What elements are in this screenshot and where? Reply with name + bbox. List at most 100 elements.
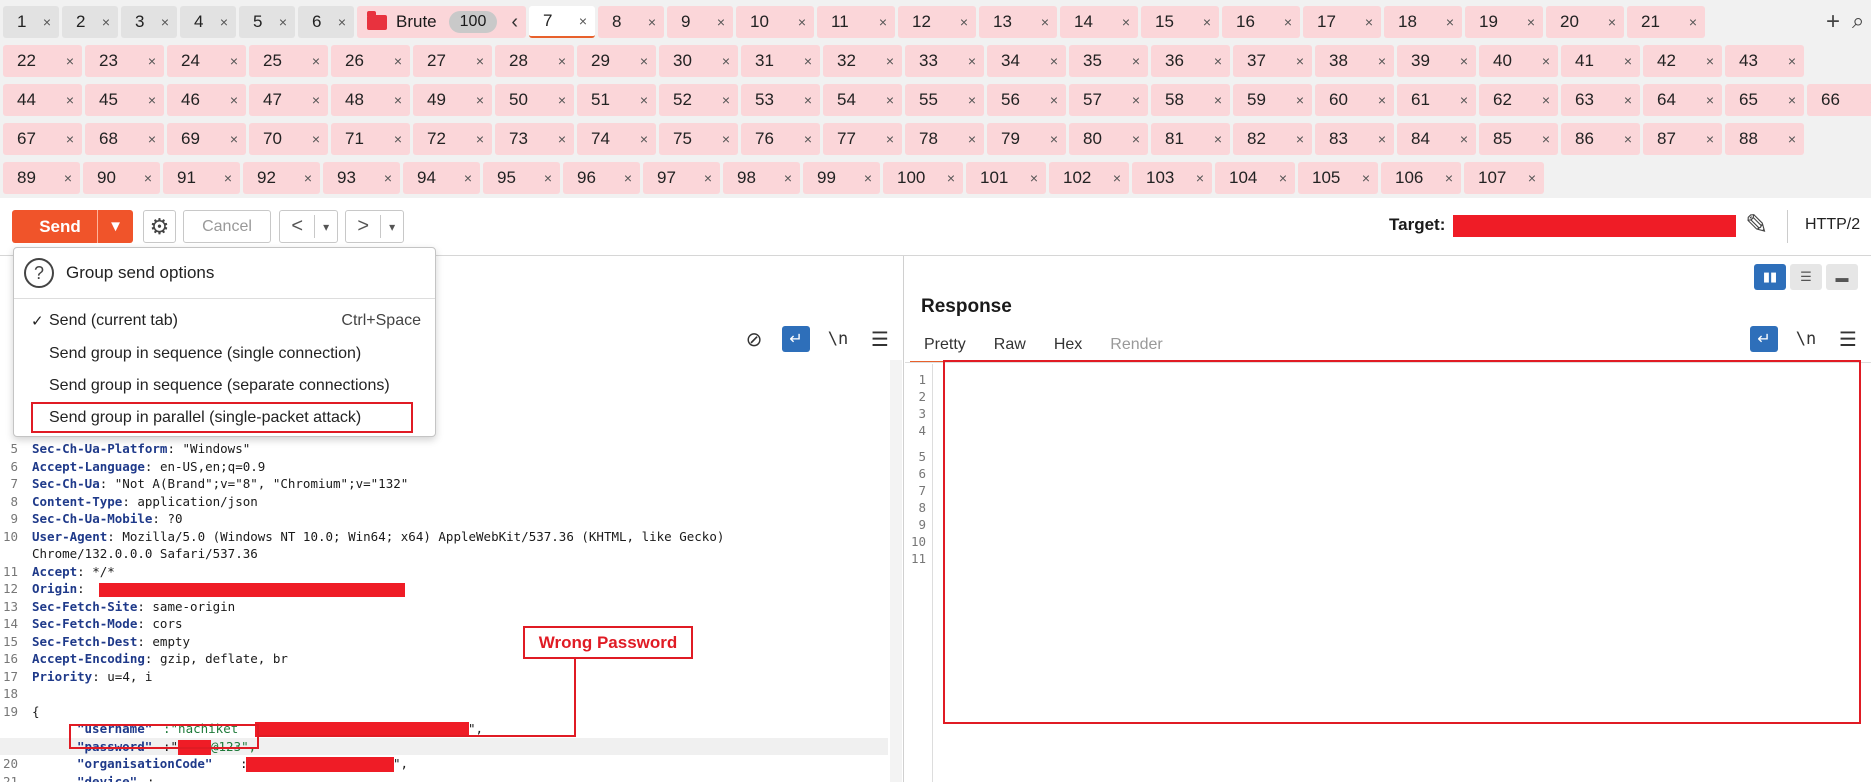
help-icon[interactable]: ? bbox=[24, 258, 54, 288]
close-tab-icon[interactable]: × bbox=[648, 14, 656, 30]
history-back-button[interactable]: < ▾ bbox=[279, 210, 338, 243]
tab-51[interactable]: 51 × bbox=[577, 84, 656, 116]
tab-30[interactable]: 30 × bbox=[659, 45, 738, 77]
close-tab-icon[interactable]: × bbox=[886, 53, 894, 69]
close-tab-icon[interactable]: × bbox=[1296, 53, 1304, 69]
close-tab-icon[interactable]: × bbox=[1460, 53, 1468, 69]
close-tab-icon[interactable]: × bbox=[312, 92, 320, 108]
cancel-button[interactable]: Cancel bbox=[183, 210, 271, 243]
tab-39[interactable]: 39 × bbox=[1397, 45, 1476, 77]
close-tab-icon[interactable]: × bbox=[864, 170, 872, 186]
tab-105[interactable]: 105 × bbox=[1298, 162, 1378, 194]
tab-13[interactable]: 13 × bbox=[979, 6, 1058, 38]
menu-item-send-current-tab[interactable]: ✓ Send (current tab) Ctrl+Space bbox=[14, 307, 435, 335]
close-tab-icon[interactable]: × bbox=[1624, 131, 1632, 147]
tab-16[interactable]: 16 × bbox=[1222, 6, 1301, 38]
tab-group-brute[interactable]: Brute 100 ‹ bbox=[357, 6, 527, 38]
tab-36[interactable]: 36 × bbox=[1151, 45, 1230, 77]
tab-102[interactable]: 102 × bbox=[1049, 162, 1129, 194]
close-tab-icon[interactable]: × bbox=[1279, 170, 1287, 186]
history-forward-button[interactable]: > ▾ bbox=[345, 210, 404, 243]
close-tab-icon[interactable]: × bbox=[1788, 92, 1796, 108]
close-tab-icon[interactable]: × bbox=[1132, 53, 1140, 69]
tab-73[interactable]: 73 × bbox=[495, 123, 574, 155]
close-tab-icon[interactable]: × bbox=[279, 14, 287, 30]
close-tab-icon[interactable]: × bbox=[1542, 92, 1550, 108]
close-tab-icon[interactable]: × bbox=[43, 14, 51, 30]
tab-53[interactable]: 53 × bbox=[741, 84, 820, 116]
close-tab-icon[interactable]: × bbox=[1122, 14, 1130, 30]
tab-76[interactable]: 76 × bbox=[741, 123, 820, 155]
send-options-dropdown[interactable]: ▼ bbox=[97, 210, 133, 243]
close-tab-icon[interactable]: × bbox=[476, 53, 484, 69]
tab-21[interactable]: 21 × bbox=[1627, 6, 1706, 38]
close-tab-icon[interactable]: × bbox=[784, 170, 792, 186]
tab-103[interactable]: 103 × bbox=[1132, 162, 1212, 194]
close-tab-icon[interactable]: × bbox=[1196, 170, 1204, 186]
tab-89[interactable]: 89 × bbox=[3, 162, 80, 194]
tab-5[interactable]: 5 × bbox=[239, 6, 295, 38]
tab-56[interactable]: 56 × bbox=[987, 84, 1066, 116]
layout-split-icon[interactable]: ▮▮ bbox=[1754, 264, 1786, 290]
tab-67[interactable]: 67 × bbox=[3, 123, 82, 155]
close-tab-icon[interactable]: × bbox=[1214, 131, 1222, 147]
tab-47[interactable]: 47 × bbox=[249, 84, 328, 116]
close-tab-icon[interactable]: × bbox=[312, 53, 320, 69]
close-tab-icon[interactable]: × bbox=[161, 14, 169, 30]
close-tab-icon[interactable]: × bbox=[558, 131, 566, 147]
history-back-dropdown-icon[interactable]: ▾ bbox=[315, 220, 337, 234]
close-tab-icon[interactable]: × bbox=[64, 170, 72, 186]
tab-87[interactable]: 87 × bbox=[1643, 123, 1722, 155]
tab-14[interactable]: 14 × bbox=[1060, 6, 1139, 38]
tab-8[interactable]: 8 × bbox=[598, 6, 665, 38]
tab-69[interactable]: 69 × bbox=[167, 123, 246, 155]
send-button[interactable]: Send bbox=[12, 210, 108, 243]
close-tab-icon[interactable]: × bbox=[1050, 92, 1058, 108]
tab-66[interactable]: 66× bbox=[1807, 84, 1871, 116]
close-tab-icon[interactable]: × bbox=[1296, 92, 1304, 108]
tab-64[interactable]: 64 × bbox=[1643, 84, 1722, 116]
tab-78[interactable]: 78 × bbox=[905, 123, 984, 155]
close-tab-icon[interactable]: × bbox=[1706, 92, 1714, 108]
tab-raw[interactable]: Raw bbox=[980, 330, 1040, 363]
tab-43[interactable]: 43 × bbox=[1725, 45, 1804, 77]
tab-98[interactable]: 98 × bbox=[723, 162, 800, 194]
tab-83[interactable]: 83 × bbox=[1315, 123, 1394, 155]
close-tab-icon[interactable]: × bbox=[1689, 14, 1697, 30]
tab-15[interactable]: 15 × bbox=[1141, 6, 1220, 38]
tab-65[interactable]: 65 × bbox=[1725, 84, 1804, 116]
tab-99[interactable]: 99 × bbox=[803, 162, 880, 194]
close-tab-icon[interactable]: × bbox=[224, 170, 232, 186]
show-newlines-icon[interactable]: \n bbox=[824, 326, 852, 352]
close-tab-icon[interactable]: × bbox=[102, 14, 110, 30]
tab-17[interactable]: 17 × bbox=[1303, 6, 1382, 38]
word-wrap-icon[interactable]: ↵ bbox=[782, 326, 810, 352]
close-tab-icon[interactable]: × bbox=[640, 131, 648, 147]
close-tab-icon[interactable]: × bbox=[640, 92, 648, 108]
tab-74[interactable]: 74 × bbox=[577, 123, 656, 155]
tab-38[interactable]: 38 × bbox=[1315, 45, 1394, 77]
close-tab-icon[interactable]: × bbox=[304, 170, 312, 186]
close-tab-icon[interactable]: × bbox=[717, 14, 725, 30]
tab-101[interactable]: 101 × bbox=[966, 162, 1046, 194]
hide-nonprintable-icon[interactable]: ⊘ bbox=[740, 326, 768, 352]
close-tab-icon[interactable]: × bbox=[1378, 92, 1386, 108]
close-tab-icon[interactable]: × bbox=[384, 170, 392, 186]
close-tab-icon[interactable]: × bbox=[1608, 14, 1616, 30]
tab-106[interactable]: 106 × bbox=[1381, 162, 1461, 194]
tab-79[interactable]: 79 × bbox=[987, 123, 1066, 155]
close-tab-icon[interactable]: × bbox=[1706, 131, 1714, 147]
tab-82[interactable]: 82 × bbox=[1233, 123, 1312, 155]
tab-37[interactable]: 37 × bbox=[1233, 45, 1312, 77]
tab-20[interactable]: 20 × bbox=[1546, 6, 1625, 38]
close-tab-icon[interactable]: × bbox=[1528, 170, 1536, 186]
tab-72[interactable]: 72 × bbox=[413, 123, 492, 155]
close-tab-icon[interactable]: × bbox=[230, 53, 238, 69]
tab-33[interactable]: 33 × bbox=[905, 45, 984, 77]
tab-96[interactable]: 96 × bbox=[563, 162, 640, 194]
tab-28[interactable]: 28 × bbox=[495, 45, 574, 77]
close-tab-icon[interactable]: × bbox=[66, 53, 74, 69]
close-tab-icon[interactable]: × bbox=[1030, 170, 1038, 186]
close-tab-icon[interactable]: × bbox=[230, 131, 238, 147]
close-tab-icon[interactable]: × bbox=[220, 14, 228, 30]
